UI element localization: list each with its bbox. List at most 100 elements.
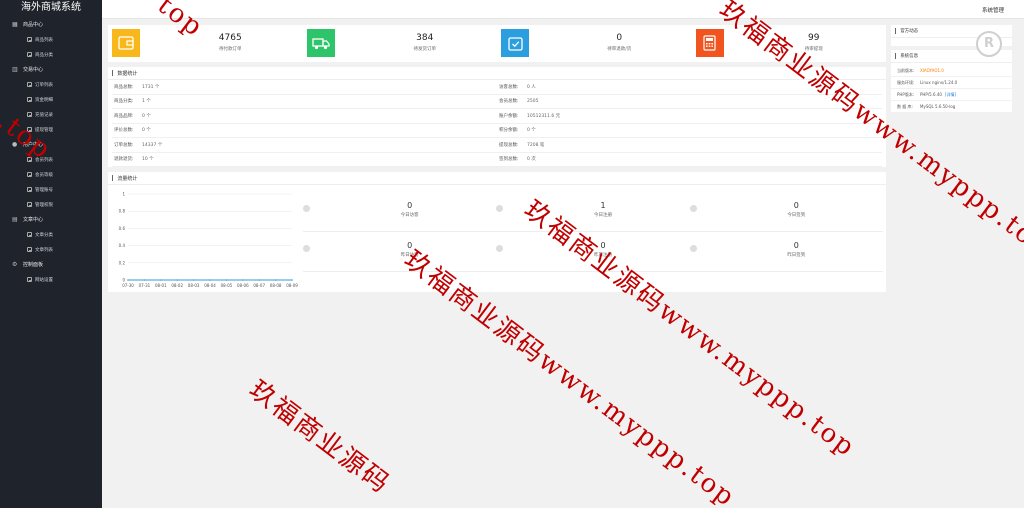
- counter-dot-icon: [496, 205, 504, 212]
- stats-row: 订单总数: 14337 个: [112, 138, 497, 153]
- sidebar-item[interactable]: 订单列表: [0, 77, 102, 92]
- document-icon: ▤: [12, 216, 18, 223]
- stats-key: 商品品牌:: [114, 113, 134, 119]
- sidebar-item[interactable]: 文章分类: [0, 227, 102, 242]
- traffic-counter: 0 今日签到: [689, 192, 883, 232]
- stat-label: 待审退款/货: [607, 47, 632, 52]
- plus-square-icon: [27, 97, 32, 102]
- wallet-icon: [112, 29, 140, 57]
- stats-value: 0 个: [142, 128, 151, 134]
- counter-dot-icon: [496, 245, 504, 252]
- counter-label: 昨日签到: [787, 253, 806, 258]
- sidebar-item[interactable]: 商品分类: [0, 47, 102, 62]
- x-tick-label: 08-07: [253, 283, 265, 288]
- counter-label: 昨日访客: [400, 253, 419, 258]
- series-point: [192, 279, 195, 281]
- counter-label: 今日访客: [400, 213, 419, 218]
- y-tick-label: 0.2: [119, 260, 126, 265]
- sidebar-item[interactable]: 资金明细: [0, 92, 102, 107]
- sidebar-group-header[interactable]: ▤ 文章中心: [0, 212, 102, 227]
- plus-square-icon: [27, 82, 32, 87]
- traffic-counter: 0 昨日访客: [303, 232, 497, 272]
- sidebar-group-label: 控制面板: [23, 262, 44, 268]
- info-key: 数 据 库:: [897, 103, 913, 109]
- sidebar-item-label: 商品列表: [35, 37, 53, 43]
- y-tick-label: 0.4: [119, 243, 126, 248]
- stats-row: 商品分类: 1 个: [112, 95, 497, 109]
- stats-row: 会员总数: 2505: [497, 95, 882, 109]
- y-tick-label: 1: [122, 192, 125, 197]
- sidebar-group-header[interactable]: ● 用户中心: [0, 137, 102, 152]
- sidebar-item[interactable]: 网站设置: [0, 272, 102, 287]
- sidebar-group-header[interactable]: ⚙ 控制面板: [0, 257, 102, 272]
- sidebar-item-label: 管理账号: [35, 187, 53, 193]
- series-point: [242, 279, 244, 281]
- traffic-line-chart: 0 0.2 0.4 0.6 0.8 1 07-30 07-31 08-01 08-02 08-03 0…: [119, 192, 298, 289]
- counter-label: 今日签到: [787, 213, 806, 218]
- data-stats-table: 商品总数: 1731 个 访客总数: 0 人商品分类: 1 个 会员总数: 2505 商品品牌…: [108, 80, 886, 167]
- system-info-row: 服务环境: Linux nginx/1.24.0: [891, 77, 1012, 89]
- traffic-counter: 0 昨日签到: [689, 232, 883, 272]
- sidebar-item[interactable]: 管理账号: [0, 182, 102, 197]
- stats-row: 退款退货: 10 个: [112, 153, 497, 167]
- sidebar-item[interactable]: 文章列表: [0, 242, 102, 257]
- sidebar-item[interactable]: 充值记录: [0, 107, 102, 122]
- plus-square-icon: [27, 157, 32, 162]
- info-details-link[interactable]: [详情]: [945, 92, 956, 98]
- info-key: PHP版本:: [897, 91, 915, 97]
- stat-pending-payment[interactable]: 4765 待付款订单: [108, 25, 303, 62]
- system-info-row: PHP版本: PHP/5.6.40 [详情]: [891, 89, 1012, 101]
- main-content: 4765 待付款订单 384 待发货订单 0 待审退款/货 99 待审提现 数据…: [108, 25, 886, 292]
- sidebar-group-label: 用户中心: [23, 142, 44, 148]
- stats-key: 提现总数:: [499, 142, 519, 148]
- x-tick-label: 08-03: [188, 283, 200, 288]
- y-tick-label: 0.8: [119, 209, 126, 214]
- plus-square-icon: [27, 277, 32, 282]
- sidebar-item[interactable]: 管理权限: [0, 197, 102, 212]
- system-info-row: 数 据 库: MySQL 5.6.50-log: [891, 101, 1012, 113]
- counter-value: 0: [407, 241, 413, 250]
- stats-key: 商品分类:: [114, 99, 134, 105]
- sidebar-item[interactable]: 商品列表: [0, 32, 102, 47]
- sidebar-item-label: 会员等级: [35, 172, 53, 178]
- x-tick-label: 08-04: [204, 283, 216, 288]
- stat-pending-withdrawal[interactable]: 99 待审提现: [692, 25, 887, 62]
- sidebar-item-label: 充值记录: [35, 112, 53, 118]
- sidebar-item-label: 网站设置: [35, 277, 53, 283]
- stats-value: 7208 笔: [527, 142, 545, 148]
- counter-dot-icon: [689, 205, 697, 212]
- system-info-card: 系统信息 当前版本: XIAOYAO1.0 服务环境: Linux nginx/1.2…: [891, 50, 1012, 113]
- stats-value: 14337 个: [142, 142, 163, 148]
- panel-header: 流量统计: [108, 172, 886, 185]
- sidebar-item[interactable]: 会员等级: [0, 167, 102, 182]
- sidebar-group-header[interactable]: ▦ 商品中心: [0, 17, 102, 32]
- sidebar-group: ▦ 商品中心商品列表商品分类: [0, 17, 102, 62]
- sidebar-item-label: 管理权限: [35, 202, 53, 208]
- traffic-counters: 0 今日访客 1 今日注册 0 今日签到 0 昨日访客 0 昨日注册 0 昨日签到: [303, 192, 883, 272]
- sidebar-item-label: 文章列表: [35, 247, 53, 253]
- system-menu-link[interactable]: 系统管理: [982, 6, 1004, 14]
- sidebar-item[interactable]: 会员列表: [0, 152, 102, 167]
- plus-square-icon: [27, 172, 32, 177]
- system-info-list: 当前版本: XIAOYAO1.0 服务环境: Linux nginx/1.24.0 PH…: [891, 63, 1012, 113]
- traffic-counter: 1 今日注册: [496, 192, 690, 232]
- stat-value: 4765: [218, 33, 242, 43]
- news-title: 官方动态: [900, 29, 919, 34]
- series-point: [176, 279, 178, 281]
- plus-square-icon: [27, 247, 32, 252]
- sidebar-group-header[interactable]: ▥ 交易中心: [0, 62, 102, 77]
- sidebar-group: ● 用户中心 会员列表会员等级管理账号管理权限: [0, 137, 102, 212]
- plus-square-icon: [27, 187, 32, 192]
- stat-value: 99: [808, 33, 820, 43]
- stats-key: 会员总数:: [499, 99, 519, 105]
- app-title: 海外商城系统: [21, 2, 81, 13]
- traffic-counter: 0 今日访客: [303, 192, 497, 232]
- stats-row: 访客总数: 0 人: [497, 80, 882, 95]
- info-value: XIAOYAO1.0: [920, 68, 944, 73]
- stats-key: 退款退货:: [114, 157, 134, 163]
- sidebar-item[interactable]: 提现管理: [0, 122, 102, 137]
- stat-pending-refund[interactable]: 0 待审退款/货: [497, 25, 692, 62]
- system-info-title: 系统信息: [900, 54, 919, 59]
- stat-pending-shipment[interactable]: 384 待发货订单: [303, 25, 498, 62]
- counter-dot-icon: [303, 205, 310, 212]
